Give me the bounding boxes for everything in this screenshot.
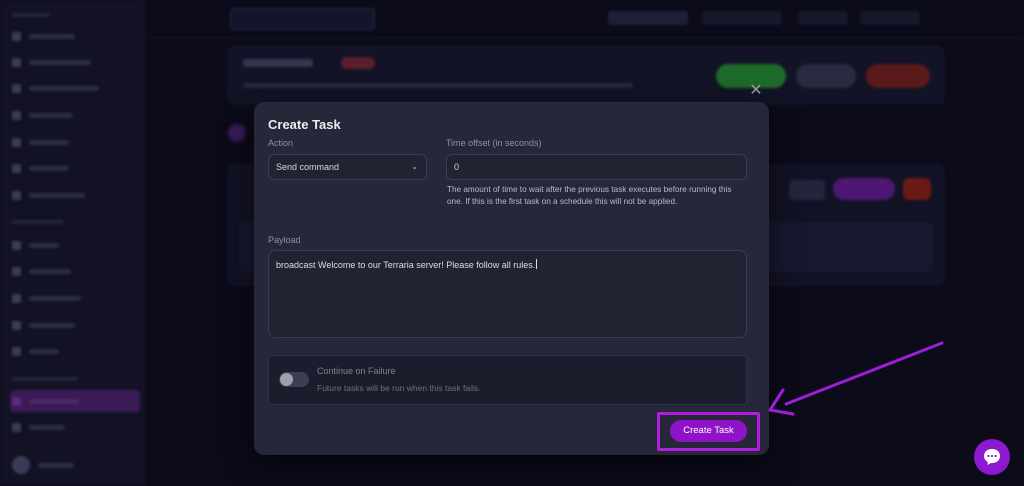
continue-on-failure-toggle[interactable] <box>279 372 309 387</box>
time-offset-label: Time offset (in seconds) <box>446 138 542 148</box>
chat-bubble-icon[interactable] <box>974 439 1010 475</box>
modal-title: Create Task <box>268 117 341 132</box>
continue-on-failure-label: Continue on Failure <box>317 366 396 376</box>
chat-icon <box>984 449 1000 465</box>
close-icon[interactable]: ✕ <box>748 83 764 99</box>
chevron-down-icon: ⌄ <box>411 162 418 171</box>
action-select-value: Send command <box>276 162 340 172</box>
payload-label: Payload <box>268 235 301 245</box>
sidebar <box>0 0 145 486</box>
action-label: Action <box>268 138 294 148</box>
toggle-knob <box>280 373 293 386</box>
text-caret <box>536 259 538 269</box>
payload-textarea[interactable]: broadcast Welcome to our Terraria server… <box>268 250 747 338</box>
time-offset-help: The amount of time to wait after the pre… <box>447 185 732 206</box>
continue-on-failure-description: Future tasks will be run when this task … <box>317 383 481 393</box>
continue-on-failure-box: Continue on Failure Future tasks will be… <box>268 355 747 405</box>
create-task-button[interactable]: Create Task <box>670 420 747 442</box>
top-bar <box>150 0 1024 38</box>
action-select[interactable]: Send command ⌄ <box>268 154 427 180</box>
create-task-modal: Create Task Action Send command ⌄ Time o… <box>254 102 769 455</box>
time-offset-input[interactable]: 0 <box>446 154 747 180</box>
payload-text: broadcast Welcome to our Terraria server… <box>276 260 536 270</box>
